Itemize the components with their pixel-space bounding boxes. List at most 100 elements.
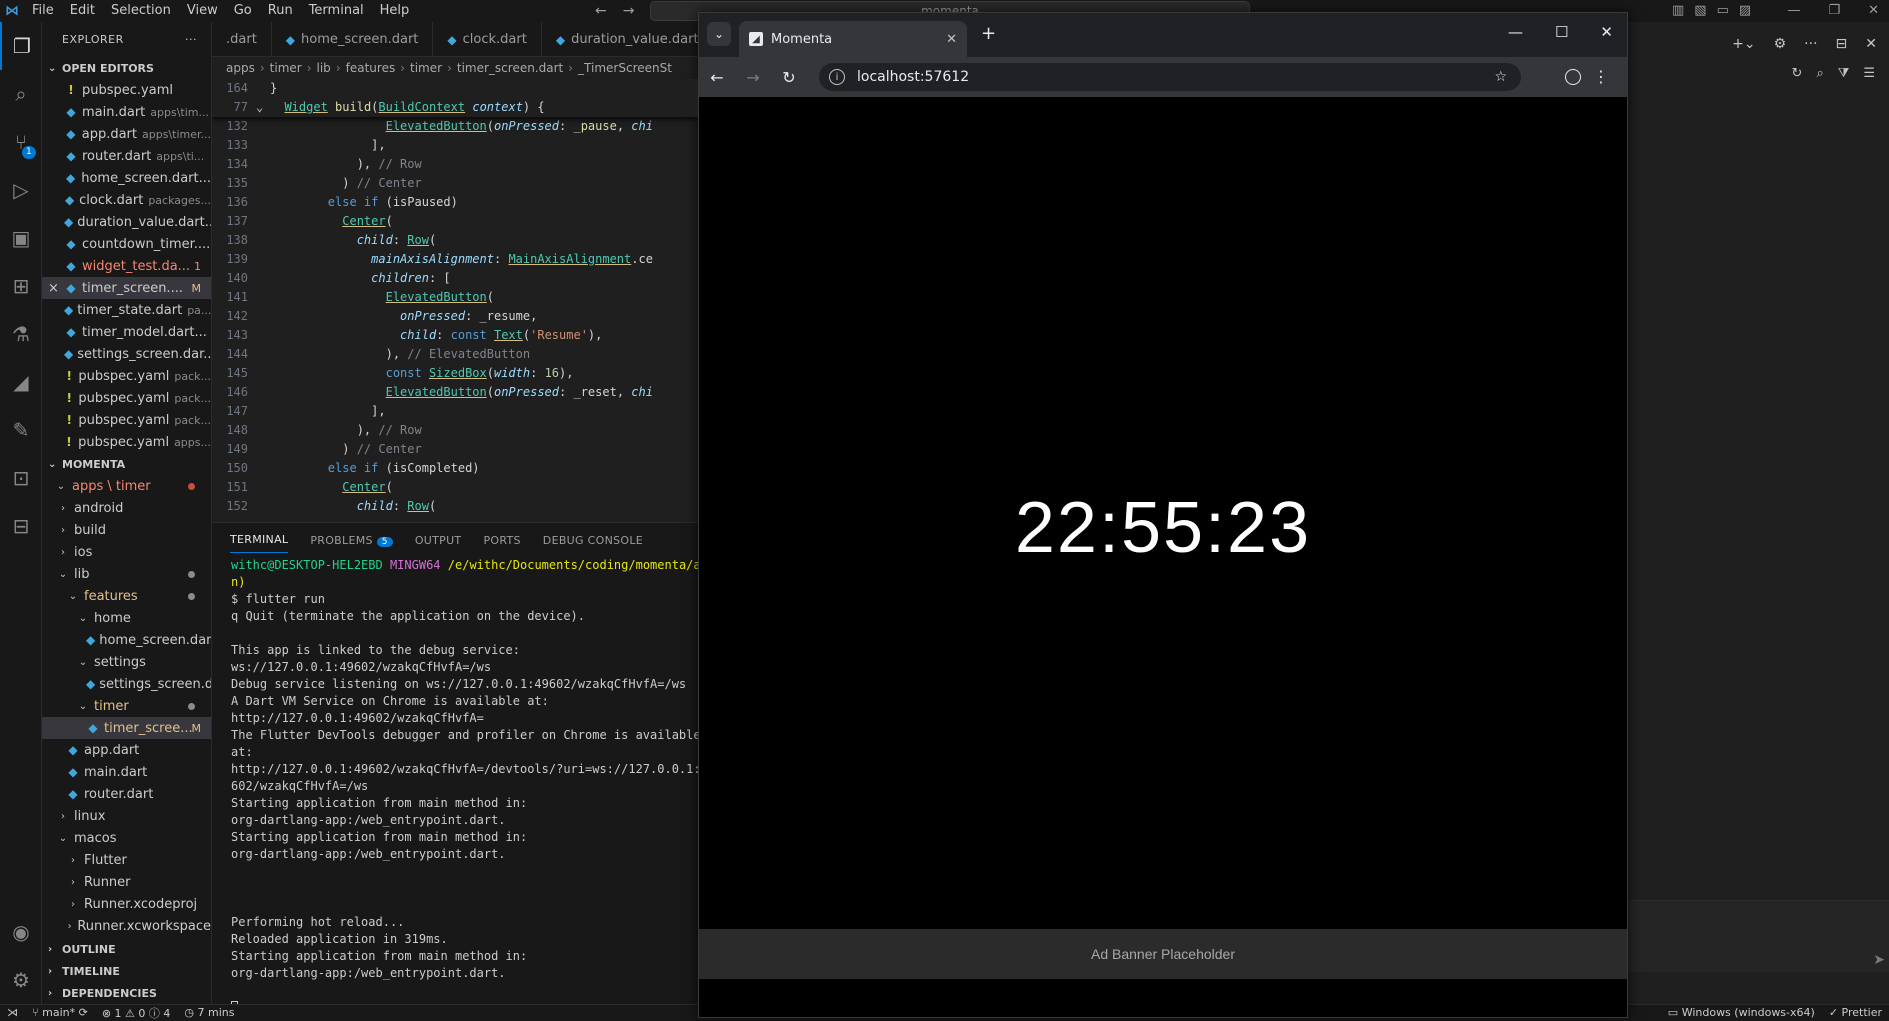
- breadcrumb-item[interactable]: timer_screen.dart: [457, 61, 563, 75]
- tree-item[interactable]: ◆ main.dart: [42, 761, 211, 783]
- tree-item[interactable]: › build: [42, 519, 211, 541]
- extensions-icon[interactable]: ⊞: [0, 262, 42, 310]
- tree-item[interactable]: ⌄ macos: [42, 827, 211, 849]
- close-tab-icon[interactable]: ✕: [946, 32, 957, 47]
- breadcrumb-item[interactable]: features: [346, 61, 396, 75]
- open-editor-item[interactable]: ◆ countdown_timer....: [42, 233, 211, 255]
- open-editor-item[interactable]: ◆ duration_value.dart...: [42, 211, 211, 233]
- tree-item[interactable]: › Runner.xcodeproj: [42, 893, 211, 915]
- breadcrumb-item[interactable]: timer: [410, 61, 442, 75]
- workspace-root[interactable]: ⌄ apps \ timer: [42, 475, 211, 497]
- customize-layout-icon[interactable]: ▥: [1672, 0, 1684, 22]
- open-editor-item[interactable]: ◆ router.dart apps\ti...: [42, 145, 211, 167]
- open-editor-item[interactable]: ◆ clock.dart packages...: [42, 189, 211, 211]
- maximize-icon[interactable]: ☐: [1555, 23, 1568, 41]
- edit-icon[interactable]: ✎: [0, 406, 42, 454]
- add-icon[interactable]: +⌄: [1732, 36, 1755, 52]
- panel-tab-debug-console[interactable]: DEBUG CONSOLE: [543, 534, 643, 547]
- testing-icon[interactable]: ⚗: [0, 310, 42, 358]
- prettier-status[interactable]: ✓ Prettier: [1822, 1006, 1889, 1019]
- open-editor-item[interactable]: ! pubspec.yaml pack...: [42, 365, 211, 387]
- tab-search-icon[interactable]: ⌄: [707, 22, 731, 46]
- terminal[interactable]: withc@DESKTOP-HEL2EBD MINGW64 /e/withc/D…: [212, 557, 698, 1004]
- timeline-header[interactable]: › TIMELINE: [42, 960, 211, 982]
- open-editor-item[interactable]: ! pubspec.yaml: [42, 79, 211, 101]
- tree-item[interactable]: › Runner.xcworkspace: [42, 915, 211, 937]
- code-area[interactable]: 164} 77 ⌄ Widget build(BuildContext conte…: [212, 79, 698, 516]
- close-icon[interactable]: ✕: [1865, 36, 1877, 52]
- toggle-panel-icon[interactable]: ▭: [1717, 0, 1729, 22]
- tree-item[interactable]: › Runner: [42, 871, 211, 893]
- tree-item[interactable]: ◆ timer_scree... M: [42, 717, 211, 739]
- menu-item-view[interactable]: View: [179, 3, 226, 18]
- close-window-icon[interactable]: ✕: [1600, 23, 1613, 41]
- back-icon[interactable]: ←: [699, 68, 735, 87]
- breadcrumb-item[interactable]: _TimerScreenSt: [578, 61, 672, 75]
- open-editor-item[interactable]: ◆ settings_screen.dar...: [42, 343, 211, 365]
- editor-tab[interactable]: ◆ home_screen.dart: [272, 22, 434, 57]
- run-debug-icon[interactable]: ▷: [0, 166, 42, 214]
- tree-item[interactable]: › android: [42, 497, 211, 519]
- menu-item-terminal[interactable]: Terminal: [301, 3, 372, 18]
- bookmark-star-icon[interactable]: ☆: [1494, 69, 1507, 85]
- close-window-icon[interactable]: ✕: [1868, 0, 1879, 22]
- preview-icon[interactable]: ⊟: [0, 502, 42, 550]
- workspace-header[interactable]: ⌄ MOMENTA: [42, 453, 211, 475]
- back-arrow-icon[interactable]: ←: [595, 0, 607, 22]
- address-bar[interactable]: i localhost:57612 ☆: [819, 63, 1521, 91]
- menu-item-selection[interactable]: Selection: [103, 3, 179, 18]
- toggle-secondary-sidebar-icon[interactable]: ▨: [1739, 0, 1751, 22]
- docker-icon[interactable]: ⊡: [0, 454, 42, 502]
- settings-gear-icon[interactable]: ⚙: [1774, 36, 1787, 52]
- problems-status[interactable]: ⊗ 1 ⚠ 0 ⓘ 4: [95, 1005, 178, 1021]
- tree-item[interactable]: ◆ router.dart: [42, 783, 211, 805]
- menu-item-file[interactable]: File: [24, 3, 62, 18]
- tree-item[interactable]: › Flutter: [42, 849, 211, 871]
- branch-status[interactable]: ⑂ main* ⟳: [25, 1006, 95, 1019]
- remote-icon[interactable]: ⋊: [0, 1006, 25, 1019]
- open-editor-item[interactable]: ◆ timer_model.dart...: [42, 321, 211, 343]
- tree-item[interactable]: ◆ app.dart: [42, 739, 211, 761]
- tree-item[interactable]: ◆ home_screen.dart: [42, 629, 211, 651]
- editor-tab[interactable]: ◆ duration_value.dart: [542, 22, 698, 57]
- open-editor-item[interactable]: ! pubspec.yaml pack...: [42, 409, 211, 431]
- open-editor-item[interactable]: ◆ app.dart apps\timer...: [42, 123, 211, 145]
- breadcrumb-item[interactable]: lib: [317, 61, 331, 75]
- dependencies-header[interactable]: › DEPENDENCIES: [42, 982, 211, 1004]
- platform-status[interactable]: ▭ Windows (windows-x64): [1661, 1006, 1822, 1019]
- open-editor-item[interactable]: × ◆ timer_screen.... M: [42, 277, 211, 299]
- editor-tab[interactable]: ◆ clock.dart: [433, 22, 542, 57]
- menu-item-edit[interactable]: Edit: [62, 3, 103, 18]
- panel-tab-ports[interactable]: PORTS: [483, 534, 520, 547]
- search-icon[interactable]: ⌕: [1816, 66, 1823, 81]
- minimize-icon[interactable]: —: [1787, 0, 1800, 22]
- source-control-icon[interactable]: ⑂ 1: [0, 118, 42, 166]
- toggle-sidebar-icon[interactable]: ▧: [1694, 0, 1706, 22]
- refresh-icon[interactable]: ↻: [1792, 66, 1803, 81]
- account-icon[interactable]: ◉: [0, 908, 42, 956]
- outline-header[interactable]: › OUTLINE: [42, 938, 211, 960]
- more-icon[interactable]: ···: [1804, 36, 1817, 52]
- profile-icon[interactable]: [1565, 69, 1581, 85]
- breadcrumb-item[interactable]: apps: [226, 61, 255, 75]
- menu-item-help[interactable]: Help: [372, 3, 418, 18]
- time-status[interactable]: ◷ 7 mins: [177, 1006, 241, 1019]
- open-editor-item[interactable]: ◆ timer_state.dart pa...: [42, 299, 211, 321]
- explorer-icon[interactable]: ❐: [0, 22, 42, 70]
- flutter-icon[interactable]: ◢: [0, 358, 42, 406]
- open-editor-item[interactable]: ◆ widget_test.da... 1: [42, 255, 211, 277]
- browser-menu-icon[interactable]: ⋮: [1593, 67, 1609, 86]
- menu-item-run[interactable]: Run: [260, 3, 301, 18]
- panel-tab-problems[interactable]: PROBLEMS 5: [310, 534, 393, 547]
- tree-item[interactable]: ⌄ home: [42, 607, 211, 629]
- forward-arrow-icon[interactable]: →: [623, 0, 635, 22]
- manage-gear-icon[interactable]: ⚙: [0, 956, 42, 1004]
- open-editor-item[interactable]: ◆ home_screen.dart...: [42, 167, 211, 189]
- forward-icon[interactable]: →: [735, 68, 771, 87]
- new-tab-icon[interactable]: +: [981, 23, 996, 44]
- more-actions-icon[interactable]: ···: [185, 33, 197, 46]
- open-editor-item[interactable]: ! pubspec.yaml pack...: [42, 387, 211, 409]
- open-editor-item[interactable]: ◆ main.dart apps\tim...: [42, 101, 211, 123]
- breadcrumb-item[interactable]: timer: [270, 61, 302, 75]
- tree-item[interactable]: ⌄ timer: [42, 695, 211, 717]
